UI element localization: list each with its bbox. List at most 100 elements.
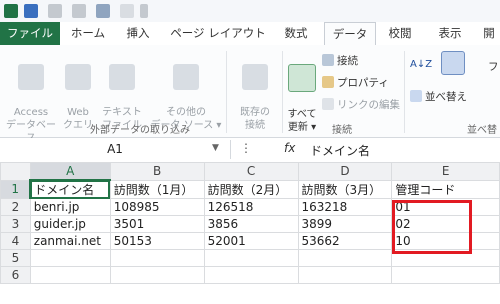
excel-logo-icon [4,4,18,18]
text-file-button[interactable]: テキスト ファイル [100,51,144,132]
row-header[interactable]: 2 [0,198,31,216]
sort-group-label: 並べ替 [467,125,497,136]
row-header[interactable]: 1 [0,179,32,199]
link-icon [322,98,334,110]
connections-label: 接続 [337,55,358,67]
cell[interactable]: guider.jp [29,215,111,233]
cell[interactable]: ドメイン名 [29,179,111,199]
column-header[interactable]: E [391,162,500,181]
redo-icon[interactable] [72,4,86,18]
cell[interactable]: 管理コード [391,179,500,199]
cell[interactable]: 163218 [297,198,393,216]
cell[interactable] [109,266,205,284]
cell[interactable]: 02 [391,215,500,233]
spreadsheet-grid: A B C D E 1 ドメイン名 訪問数（1月） 訪問数（2月） 訪問数（3月… [0,162,500,284]
cell[interactable]: 108985 [109,198,205,216]
row-header[interactable]: 5 [0,249,31,267]
sort-ascending-icon[interactable]: A↓Z [410,59,432,70]
cell[interactable]: 訪問数（2月） [203,179,299,199]
filter-button-partial[interactable]: フ [488,59,499,74]
save-icon[interactable] [24,4,38,18]
tab-formulas[interactable]: 数式 [276,22,316,45]
tab-developer[interactable]: 開 [478,22,500,45]
quick-access-toolbar [0,0,500,23]
tab-data[interactable]: データ [324,22,376,46]
tab-insert[interactable]: 挿入 [118,22,158,45]
column-header[interactable]: B [109,162,205,181]
cell[interactable]: 50153 [109,232,205,250]
row-header[interactable]: 4 [0,232,31,250]
cell[interactable]: 訪問数（3月） [297,179,393,199]
name-box-value: A1 [107,142,123,156]
sheet-table: A B C D E 1 ドメイン名 訪問数（1月） 訪問数（2月） 訪問数（3月… [0,162,500,284]
select-all-corner[interactable] [0,162,31,181]
cancel-icon[interactable]: ⋮ [240,141,252,155]
cell[interactable]: benri.jp [29,198,111,216]
print-preview-icon[interactable] [96,4,110,18]
cell[interactable]: 3899 [297,215,393,233]
sort-az-label: A↓Z [410,59,433,70]
table-row: 5 [0,249,500,267]
cell[interactable] [391,266,500,284]
properties-label: プロパティ [337,77,389,89]
sort-icon [441,51,465,75]
cell[interactable] [29,249,111,267]
tab-review[interactable]: 校閲 [380,22,420,45]
table-row: 1 ドメイン名 訪問数（1月） 訪問数（2月） 訪問数（3月） 管理コード [0,179,500,199]
cell[interactable] [297,249,393,267]
cell[interactable] [109,249,205,267]
cell[interactable] [391,249,500,267]
text-file-icon [109,64,135,90]
external-data-group-label: 外部データの取り込み [90,125,190,136]
name-box-dropdown-icon[interactable]: ▼ [212,143,219,153]
customize-qat-icon[interactable] [140,4,148,18]
cell[interactable]: 10 [391,232,500,250]
properties-button[interactable]: プロパティ [322,75,389,90]
divider [404,51,405,133]
access-icon [18,64,44,90]
cell[interactable]: 3501 [109,215,205,233]
cell[interactable] [297,266,393,284]
web-query-button[interactable]: Web クエリ [58,51,98,132]
formula-bar: A1 ▼ ⋮ fx ドメイン名 [0,138,500,163]
column-header[interactable]: D [297,162,393,181]
connections-button[interactable]: 接続 [322,53,358,68]
tab-file[interactable]: ファイル [0,22,60,45]
insert-function-button[interactable]: fx [284,141,295,155]
connections-group-label: 接続 [332,125,352,136]
cell[interactable] [203,266,299,284]
formula-input[interactable]: ドメイン名 [310,142,370,159]
column-header-row: A B C D E [0,162,500,181]
cell[interactable]: 3856 [203,215,299,233]
new-document-icon[interactable] [120,4,134,18]
cell[interactable]: 126518 [203,198,299,216]
row-header[interactable]: 6 [0,266,31,284]
sort-dialog-icon[interactable] [440,51,466,78]
other-sources-icon [173,64,199,90]
sort-button[interactable]: 並べ替え [410,89,467,104]
tab-view[interactable]: 表示 [430,22,470,45]
existing-connections-icon [242,64,268,90]
column-header[interactable]: A [29,162,111,181]
other-sources-button[interactable]: その他の データ ソース ▾ [146,51,226,132]
ribbon-data: Access データベース Web クエリ テキスト ファイル その他の データ… [0,45,500,144]
cell[interactable]: 01 [391,198,500,216]
cell[interactable]: 訪問数（1月） [109,179,205,199]
cell[interactable]: zanmai.net [29,232,111,250]
cell[interactable] [203,249,299,267]
name-box[interactable]: A1 [0,140,231,159]
cell[interactable]: 52001 [203,232,299,250]
cell[interactable]: 53662 [297,232,393,250]
undo-icon[interactable] [48,4,62,18]
row-header[interactable]: 3 [0,215,31,233]
tab-home[interactable]: ホーム [66,22,110,45]
cell[interactable] [29,266,111,284]
properties-icon [322,76,334,88]
edit-links-button[interactable]: リンクの編集 [322,97,400,112]
edit-links-label: リンクの編集 [337,99,400,111]
column-header[interactable]: C [203,162,299,181]
tab-page-layout[interactable]: ページ レイアウト [166,22,270,45]
table-row: 3 guider.jp 3501 3856 3899 02 [0,215,500,233]
ribbon-tabs: ファイル ホーム 挿入 ページ レイアウト 数式 データ 校閲 表示 開 [0,22,500,46]
existing-connections-button[interactable]: 既存の 接続 [232,51,278,132]
